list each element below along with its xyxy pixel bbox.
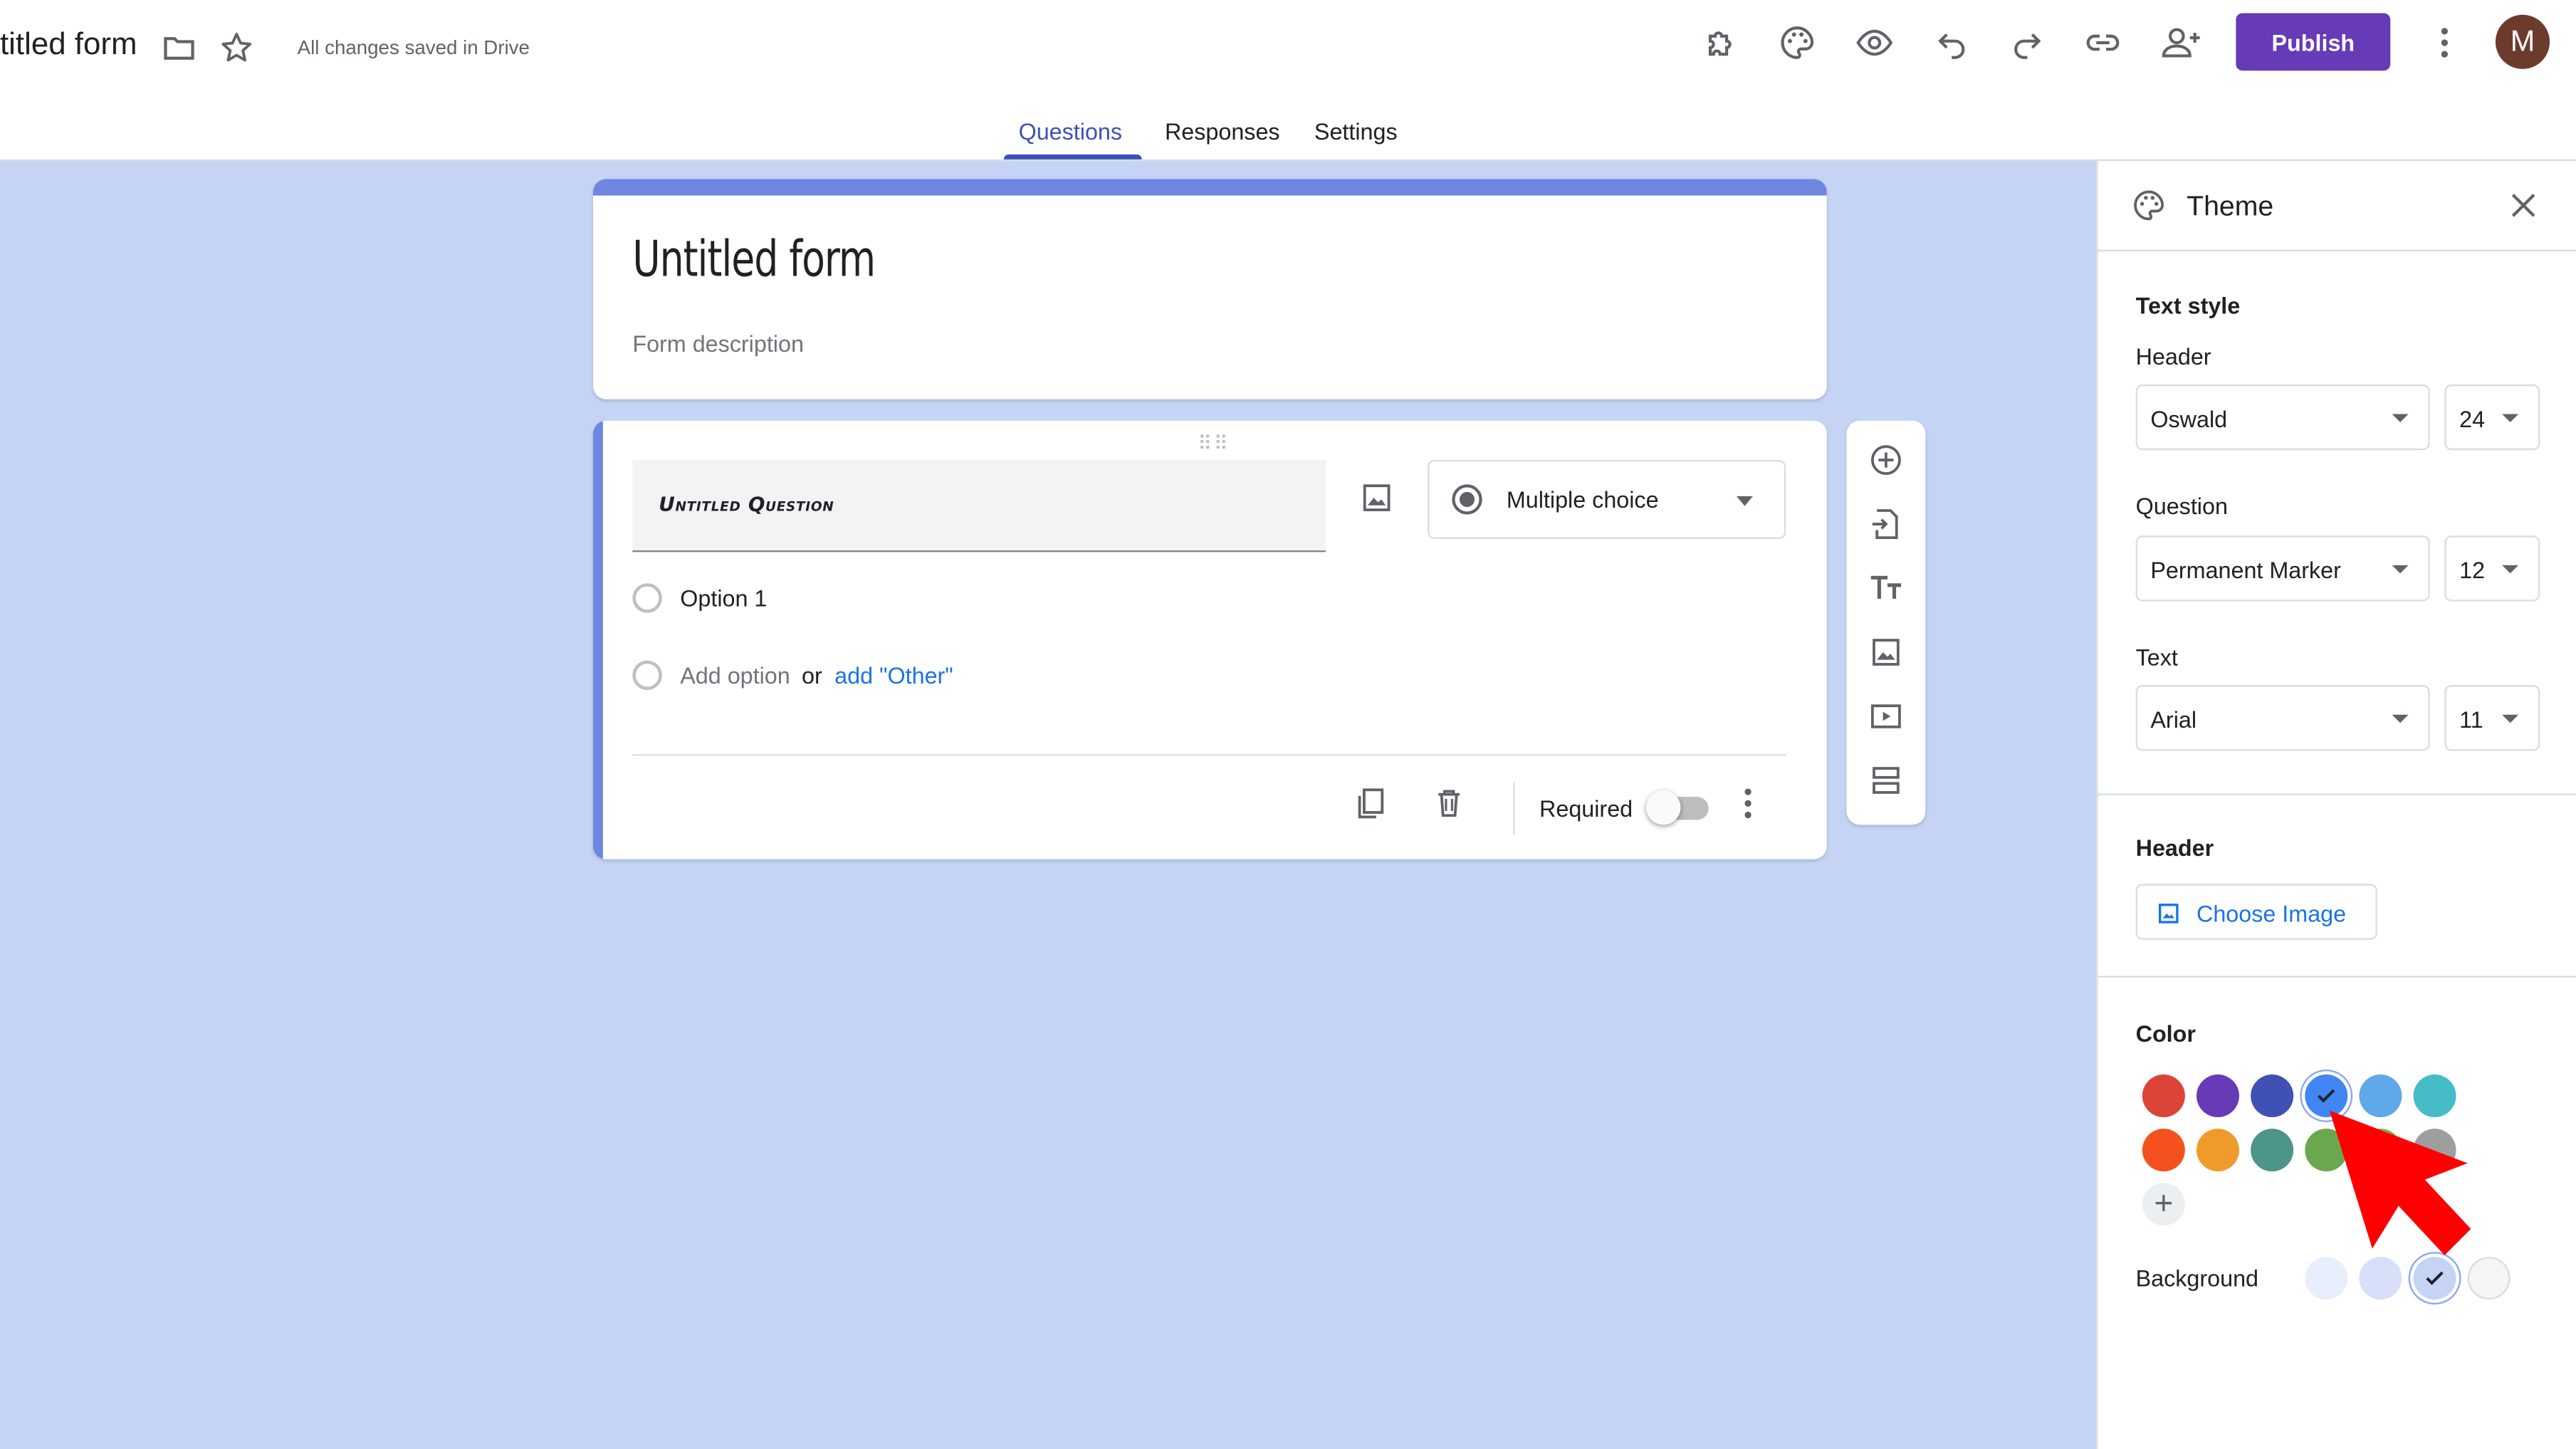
more-vert-icon[interactable] [2428,23,2461,62]
document-title[interactable]: titled form [0,28,137,64]
avatar[interactable]: M [2495,14,2550,69]
dropdown-arrow-icon [2392,414,2409,423]
form-description[interactable]: Form description [632,330,804,357]
tab-questions[interactable]: Questions [1019,118,1122,145]
question-font-select[interactable]: Permanent Marker [2135,535,2430,602]
add-question-icon[interactable] [1868,442,1905,478]
text-size-value: 11 [2459,706,2483,733]
undo-icon[interactable] [1932,23,1972,62]
add-collaborator-icon[interactable] [2160,23,2203,62]
question-title-text: Untitled Question [659,493,834,516]
add-section-icon[interactable] [1868,763,1905,799]
dropdown-arrow-icon [2502,714,2519,723]
dropdown-arrow-icon [2502,414,2519,423]
drag-handle-icon[interactable]: ⠿⠿ [1198,432,1230,455]
question-type-dropdown[interactable]: Multiple choice [1428,460,1786,539]
background-label: Background [2135,1265,2259,1292]
choose-image-button[interactable]: Choose Image [2135,884,2377,940]
required-label: Required [1539,795,1633,822]
dropdown-arrow-icon [2392,714,2409,723]
dropdown-arrow-icon [2392,565,2409,574]
question-more-icon[interactable] [1732,785,1764,822]
add-option-radio [632,660,662,691]
link-icon[interactable] [2083,23,2122,62]
color-swatch-indigo[interactable] [2251,1074,2294,1118]
question-font-label: Question [2135,493,2228,520]
option-1-label[interactable]: Option 1 [680,585,767,611]
choose-image-label: Choose Image [2196,900,2347,927]
theme-panel-header: Theme [2098,161,2576,252]
question-toolbar [1846,420,1926,825]
text-style-heading: Text style [2135,292,2241,319]
add-other-link[interactable]: add "Other" [834,662,953,689]
preview-eye-icon[interactable] [1855,23,1894,62]
top-bar: titled form All changes saved in Drive P… [0,0,2576,162]
color-swatch-dark-teal[interactable] [2251,1129,2294,1172]
section-divider [2098,975,2576,978]
tab-settings[interactable]: Settings [1314,118,1398,145]
star-icon[interactable] [219,30,255,66]
footer-vertical-divider [1513,782,1515,835]
dropdown-arrow-icon [1735,491,1755,511]
option-radio [632,583,662,613]
color-swatch-purple[interactable] [2196,1074,2239,1118]
tab-bar: Questions Responses Settings [0,102,2576,161]
question-font-value: Permanent Marker [2150,557,2341,584]
add-custom-color-button[interactable]: + [2142,1183,2185,1226]
required-toggle-knob[interactable] [1646,790,1681,825]
import-questions-icon[interactable] [1868,506,1905,543]
question-card[interactable]: ⠿⠿ Untitled Question Multiple choice Opt… [592,420,1827,859]
header-font-label: Header [2135,343,2211,370]
color-swatch-red[interactable] [2142,1074,2185,1118]
color-heading: Color [2135,1020,2196,1047]
redo-icon[interactable] [2008,23,2047,62]
header-image-heading: Header [2135,835,2214,862]
question-title-input[interactable]: Untitled Question [632,460,1326,553]
header-font-value: Oswald [2150,405,2228,432]
save-status: All changes saved in Drive [297,36,530,60]
color-swatch-orange[interactable] [2196,1129,2239,1172]
dropdown-arrow-icon [2502,565,2519,574]
question-size-value: 12 [2459,557,2486,584]
question-size-select[interactable]: 12 [2444,535,2540,602]
add-image-tool-icon[interactable] [1868,634,1905,671]
question-type-label: Multiple choice [1506,486,1659,513]
palette-icon [2131,187,2167,224]
form-title[interactable]: Untitled form [632,231,876,289]
add-video-icon[interactable] [1868,699,1905,735]
folder-icon[interactable] [161,30,197,66]
theme-panel-title: Theme [2187,190,2274,222]
add-title-icon[interactable] [1868,570,1905,607]
duplicate-icon[interactable] [1352,785,1388,822]
header-size-value: 24 [2459,405,2486,432]
add-ons-icon[interactable] [1702,23,1741,62]
section-divider [2098,793,2576,795]
color-swatch-orange-red[interactable] [2142,1129,2185,1172]
add-option-link[interactable]: Add option [680,662,790,689]
publish-button[interactable]: Publish [2236,13,2391,71]
text-font-select[interactable]: Arial [2135,685,2430,751]
image-icon [2157,902,2180,925]
radio-checked-icon [1449,481,1485,518]
active-question-indicator [592,420,603,859]
text-font-value: Arial [2150,706,2197,733]
header-accent-strip [592,179,1827,196]
annotation-arrow-icon [2313,1104,2494,1269]
footer-divider [632,754,1786,756]
add-image-icon[interactable] [1358,480,1395,516]
header-font-select[interactable]: Oswald [2135,384,2430,451]
tab-responses[interactable]: Responses [1165,118,1280,145]
delete-icon[interactable] [1431,785,1467,822]
or-text: or [802,661,822,689]
text-font-label: Text [2135,644,2178,671]
close-icon[interactable] [2506,187,2542,224]
text-size-select[interactable]: 11 [2444,685,2540,751]
active-tab-indicator [1003,154,1142,159]
header-size-select[interactable]: 24 [2444,384,2540,451]
form-canvas: Untitled form Form description ⠿⠿ Untitl… [0,161,2097,1449]
palette-icon[interactable] [1778,23,1817,62]
form-title-card[interactable]: Untitled form Form description [592,179,1827,399]
